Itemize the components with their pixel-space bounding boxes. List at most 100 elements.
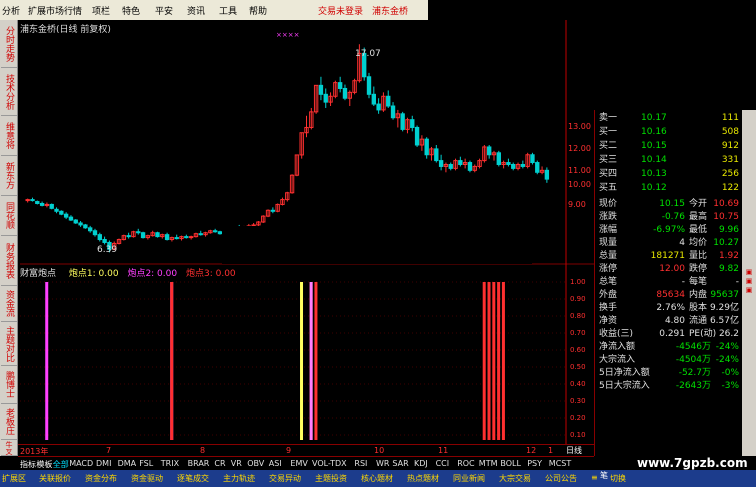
order-book-row[interactable]: 买五 10.12 122 [595,182,743,194]
indicator-tab[interactable]: CR [214,459,225,468]
main-y-tick: 10.00 [568,180,591,189]
tab-diagnose[interactable]: 牛叉诊股 [1,440,17,456]
stat-label: 现量 [599,238,618,248]
status-tab[interactable]: 大宗交易 [499,473,531,484]
tool-icon[interactable]: ▣ [746,286,753,294]
tab-timeshare[interactable]: 分时走势 [1,20,17,68]
flow-pct: -24% [715,342,739,352]
order-volume: 912 [721,141,739,151]
status-tab[interactable]: 关联报价 [39,473,71,484]
tab-new-east[interactable]: 新东方 [1,156,17,196]
tab-ths[interactable]: 同花顺 [1,196,17,236]
indicator-tab[interactable]: FSL [139,459,153,468]
menu-item-bar[interactable]: 项栏 [92,4,110,17]
indicator-tab[interactable]: DMI [96,459,111,468]
indicator-tab[interactable]: MTM [479,459,498,468]
candle-body [174,237,179,240]
stat-label: 跌停 [689,264,708,274]
status-tab[interactable]: 主题投资 [315,473,347,484]
indicator-tab[interactable]: BRAR [188,459,210,468]
candle-body [68,216,74,221]
tab-pengboshi[interactable]: 鹏博士 [1,366,17,404]
status-tab[interactable]: 逐笔成交 [177,473,209,484]
tab-boss[interactable]: 老板庄 [1,404,17,440]
status-tab[interactable]: 扩展区 [2,473,26,484]
signal-bar [170,282,174,440]
tab-capital-flow[interactable]: 资金流 [1,286,17,322]
indicator-tab[interactable]: VR [231,459,242,468]
stat-row: 总笔 - 每笔 - [595,276,743,289]
stat-row: 收益(三) 0.291 PE(动) 26.2 [595,328,743,341]
chart-canvas[interactable] [18,20,594,444]
indicator-tab[interactable]: WR [376,459,389,468]
indicator-tab[interactable]: TRIX [161,459,179,468]
order-book-row[interactable]: 买一 10.16 508 [595,126,743,138]
indicator-tab[interactable]: CCI [436,459,450,468]
menu-item-analysis[interactable]: 分析 [2,4,20,17]
indicator-tab[interactable]: DMA [118,459,137,468]
status-tab[interactable]: 核心题材 [361,473,393,484]
stat-row: 涨幅 -6.97% 最低 9.96 [595,224,743,237]
indicator-tab[interactable]: RSI [354,459,367,468]
order-book-row[interactable]: 买三 10.14 331 [595,154,743,166]
order-book-row[interactable]: 买二 10.15 912 [595,140,743,152]
status-tab[interactable]: 资金驱动 [131,473,163,484]
stat-value: 12.00 [659,264,685,274]
flow-row: 5日大宗流入 -2643万 -3% [595,380,743,393]
indicator-tab[interactable]: BOLL [500,459,521,468]
indicator-name: 财富炮点 [20,269,57,279]
tab-finance[interactable]: 财务报表 [1,236,17,286]
status-tab[interactable]: 同业新闻 [453,473,485,484]
menu-item-ext-market[interactable]: 扩展市场行情 [28,4,82,17]
candle-body [97,234,102,241]
stat-label: 量比 [689,251,708,261]
stock-name: 浦东金桥 [372,7,409,17]
indicator-tab[interactable]: 全部 [53,459,69,470]
menu-item-special[interactable]: 特色 [122,4,140,17]
tool-icon[interactable]: ▣ [746,268,753,276]
main-chart-title: 浦东金桥(日线 前复权) [20,25,111,35]
daily-tab[interactable]: 日线 [566,445,582,456]
tool-icon[interactable]: ▣ [746,277,753,285]
stat-value: 4 [679,238,685,248]
indicator-tab[interactable]: SAR [392,459,408,468]
x-tick: 8 [200,446,206,455]
indicator-tab[interactable]: ASI [269,459,282,468]
candle-body [126,235,131,238]
indicator-tab[interactable]: EMV [290,459,307,468]
indicator-tab[interactable]: MACD [69,459,93,468]
indicator-tab[interactable]: PSY [527,459,542,468]
flow-value: -4546万 [675,342,711,352]
tab-theme-compare[interactable]: 主题对比 [1,322,17,366]
status-tab[interactable]: 切换 [610,473,626,484]
stat-value: 9.29亿 [709,303,739,313]
indicator-tab[interactable]: 指标 [20,459,36,470]
status-tab[interactable]: 资金分布 [85,473,117,484]
status-tab[interactable]: ≡ [591,473,598,482]
indicator-tab[interactable]: OBV [247,459,264,468]
indicator-tab[interactable]: VOL-TDX [312,459,347,468]
indicator-tab[interactable]: KDJ [414,459,428,468]
order-price: 10.15 [641,141,667,151]
status-tab[interactable]: 主力轨迹 [223,473,255,484]
candle-body [87,227,93,232]
indicator-tab[interactable]: 模板 [36,459,52,470]
stat-label: 今开 [689,199,708,209]
menu-item-pingan[interactable]: 平安 [155,4,173,17]
tab-weiyi[interactable]: 维意将 [1,116,17,156]
tab-technical[interactable]: 技术分析 [1,68,17,116]
status-tab[interactable]: 热点题材 [407,473,439,484]
order-book-row[interactable]: 卖一 10.17 111 [595,112,743,124]
menu-item-news[interactable]: 资讯 [187,4,205,17]
menu-item-help[interactable]: 帮助 [249,4,267,17]
login-status[interactable]: 交易未登录 [318,4,363,17]
pen-tab[interactable]: 笔 [600,470,608,481]
indicator-tab[interactable]: ROC [457,459,474,468]
signal-bar [497,282,501,440]
status-tab[interactable]: 交易异动 [269,473,301,484]
status-tab[interactable]: 公司公告 [545,473,577,484]
order-book-row[interactable]: 买四 10.13 256 [595,168,743,180]
menu-item-tools[interactable]: 工具 [219,4,237,17]
candle-body [535,162,540,173]
indicator-tab[interactable]: MCST [549,459,571,468]
